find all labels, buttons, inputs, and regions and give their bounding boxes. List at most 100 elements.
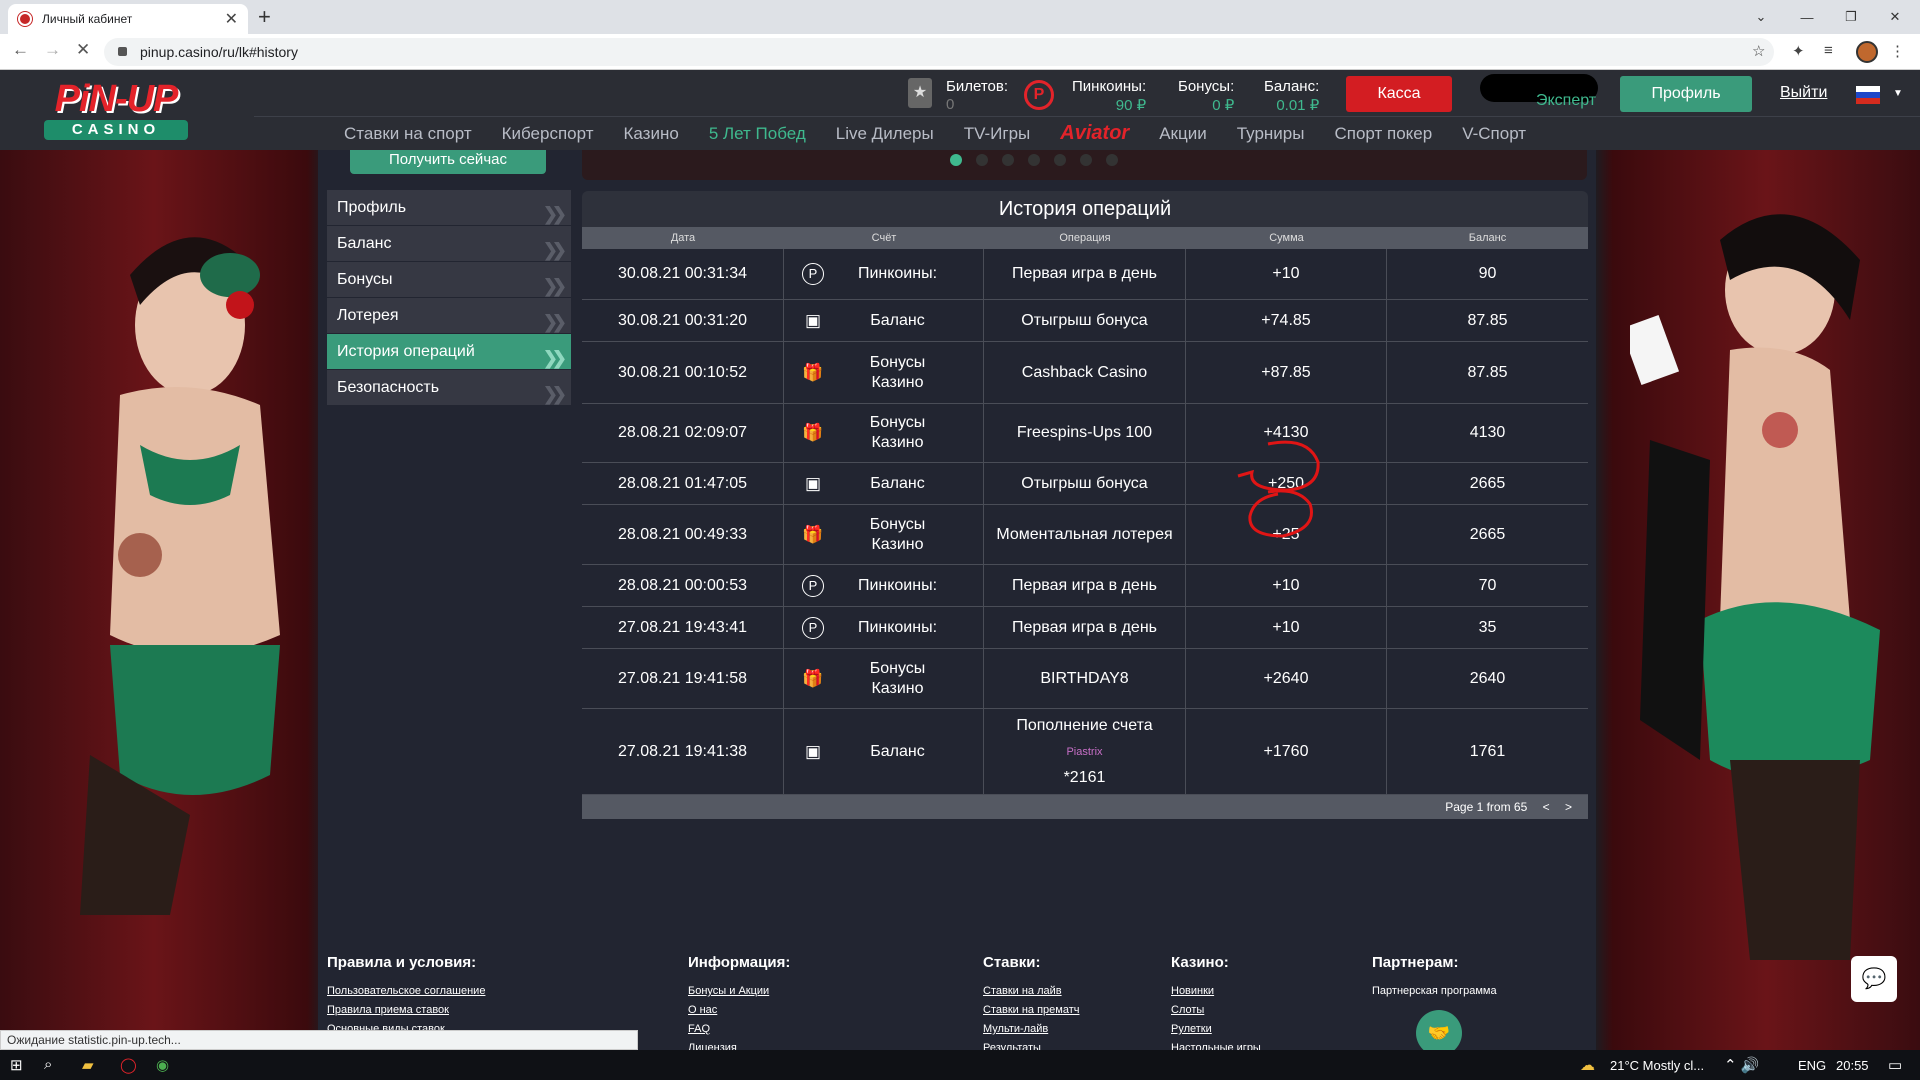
pincoin-icon: P (802, 574, 824, 597)
sidemenu-item-security[interactable]: Безопасность ❯❯ (327, 370, 571, 405)
footer-link[interactable]: Ставки на прематч (983, 1004, 1079, 1016)
chevron-down-icon[interactable]: ▼ (1893, 88, 1903, 99)
forward-icon[interactable]: → (44, 40, 61, 60)
maximize-icon[interactable]: ❐ (1828, 0, 1874, 34)
banner-dot[interactable] (950, 154, 962, 166)
tray-icons[interactable]: ⌃ 🔊 (1724, 1056, 1759, 1074)
banner-dot[interactable] (1106, 154, 1118, 166)
table-row: 30.08.21 00:31:34 P Пинкоины: Первая игра в… (582, 249, 1588, 300)
footer-link[interactable]: Правила приема ставок (327, 1004, 485, 1016)
nav-item-esport[interactable]: Киберспорт (502, 124, 594, 144)
next-page-button[interactable]: > (1565, 800, 1572, 814)
footer-link[interactable]: Рулетки (1171, 1023, 1261, 1035)
footer-bets: Ставки: Ставки на лайв Ставки на прематч… (983, 954, 1079, 1061)
nav-item-vsport[interactable]: V-Спорт (1462, 124, 1526, 144)
nav-item-tournaments[interactable]: Турниры (1237, 124, 1305, 144)
sidemenu-item-bonuses[interactable]: Бонусы ❯❯ (327, 262, 571, 297)
clock[interactable]: 20:55 (1836, 1058, 1869, 1073)
footer-link[interactable]: О нас (688, 1004, 790, 1016)
footer-link[interactable]: Бонусы и Акции (688, 985, 790, 997)
table-row: 27.08.21 19:43:41 P Пинкоины: Первая игра в… (582, 607, 1588, 649)
footer-link[interactable]: Слоты (1171, 1004, 1261, 1016)
loading-icon[interactable]: ✕ (76, 40, 90, 60)
bonuses-stat: Бонусы: 0 ₽ (1178, 78, 1234, 114)
banner-dot[interactable] (1054, 154, 1066, 166)
nav-item-tv[interactable]: TV-Игры (964, 124, 1031, 144)
notifications-icon[interactable]: ▭ (1888, 1056, 1902, 1074)
banner-dot[interactable] (1028, 154, 1040, 166)
col-operation: Операция (1059, 232, 1111, 244)
close-tab-icon[interactable]: ✕ (225, 9, 238, 29)
footer-link[interactable]: Мульти-лайв (983, 1023, 1079, 1035)
footer-partners: Партнерам: Партнерская программа (1372, 954, 1497, 1004)
pinup-logo[interactable]: PiN-UP CASINO (40, 78, 192, 142)
footer-heading: Партнерам: (1372, 954, 1459, 971)
language-indicator[interactable]: ENG (1798, 1058, 1826, 1073)
minimize-icon[interactable]: — (1784, 0, 1830, 34)
nav-item-live[interactable]: Live Дилеры (836, 124, 934, 144)
footer-link[interactable]: Новинки (1171, 985, 1261, 997)
banner-dot[interactable] (976, 154, 988, 166)
bookmark-star-icon[interactable]: ☆ (1752, 42, 1765, 60)
pincoins-stat: Пинкоины: 90 ₽ (1072, 78, 1146, 114)
back-icon[interactable]: ← (12, 40, 29, 60)
footer-link[interactable]: FAQ (688, 1023, 790, 1035)
profile-menu-icon[interactable]: ⌄ (1738, 0, 1784, 34)
cell-date: 30.08.21 00:31:20 (582, 300, 784, 341)
opera-icon[interactable]: ◯ (120, 1056, 137, 1074)
table-row: 27.08.21 19:41:38 ▣ Баланс Пополнение счета… (582, 709, 1588, 795)
chat-icon[interactable]: 💬 (1851, 956, 1897, 1002)
nav-item-sport[interactable]: Ставки на спорт (344, 124, 472, 144)
extensions-icon[interactable]: ✦ (1792, 42, 1805, 60)
col-sum: Сумма (1269, 232, 1304, 244)
nav-item-poker[interactable]: Спорт покер (1334, 124, 1432, 144)
cell-sum: +74.85 (1186, 300, 1387, 341)
cell-account: 🎁 Бонусы Казино (784, 404, 984, 462)
history-table: История операций Дата Счёт Операция Сумм… (582, 191, 1588, 819)
search-icon[interactable]: ⌕ (44, 1056, 52, 1073)
footer-link[interactable]: Ставки на лайв (983, 985, 1079, 997)
cell-date: 30.08.21 00:10:52 (582, 342, 784, 403)
banner-dot[interactable] (1002, 154, 1014, 166)
profile-button[interactable]: Профиль (1620, 76, 1752, 112)
browser-menu-icon[interactable]: ⋮ (1890, 42, 1905, 60)
sidemenu-item-lottery[interactable]: Лотерея ❯❯ (327, 298, 571, 333)
sidemenu-item-balance[interactable]: Баланс ❯❯ (327, 226, 571, 261)
account-label: Баланс (870, 742, 925, 760)
footer-terms: Правила и условия: Пользовательское согл… (327, 954, 485, 1042)
cell-balance: 2665 (1469, 525, 1506, 543)
sidemenu-item-history[interactable]: История операций ❯❯ (327, 334, 571, 369)
sidemenu-item-profile[interactable]: Профиль ❯❯ (327, 190, 571, 225)
table-row: 28.08.21 00:00:53 P Пинкоины: Первая игра в… (582, 565, 1588, 607)
cell-operation: Cashback Casino (984, 342, 1186, 403)
account-label: Бонусы Казино (869, 353, 926, 391)
operation-text: Пополнение счета (1016, 716, 1153, 734)
account-label: Пинкоины: (857, 618, 938, 636)
nav-item-promo[interactable]: Акции (1159, 124, 1207, 144)
nav-item-casino[interactable]: Казино (624, 124, 679, 144)
kassa-button[interactable]: Касса (1346, 76, 1452, 112)
footer-link[interactable]: Партнерская программа (1372, 985, 1497, 997)
prev-page-button[interactable]: < (1543, 800, 1550, 814)
close-window-icon[interactable]: ✕ (1872, 0, 1918, 34)
nav-item-aviator[interactable]: Aviator (1060, 122, 1129, 145)
banner-dot[interactable] (1080, 154, 1092, 166)
operation-text: Отыгрыш бонуса (1021, 474, 1148, 492)
windows-start-icon[interactable]: ⊞ (10, 1056, 23, 1074)
file-explorer-icon[interactable]: ▰ (82, 1056, 94, 1074)
browser-tab[interactable]: Личный кабинет ✕ (8, 4, 248, 34)
nav-item-5years[interactable]: 5 Лет Побед (709, 124, 806, 144)
browser-avatar[interactable] (1856, 41, 1878, 63)
media-icon[interactable]: ≡ (1824, 42, 1833, 59)
cell-operation: Первая игра в день (984, 249, 1186, 299)
logout-link[interactable]: Выйти (1780, 84, 1827, 102)
get-now-button[interactable]: Получить сейчас (350, 150, 546, 174)
footer-link[interactable]: Пользовательское соглашение (327, 985, 485, 997)
cell-account: ▣ Баланс (784, 463, 984, 504)
url-input[interactable]: pinup.casino/ru/lk#history (104, 38, 1774, 66)
language-flag-icon[interactable] (1856, 86, 1880, 104)
chrome-icon[interactable]: ◉ (156, 1056, 169, 1074)
pagination-text: Page 1 from 65 (1445, 800, 1528, 814)
new-tab-icon[interactable]: + (258, 4, 271, 30)
operation-text: Отыгрыш бонуса (1021, 311, 1148, 329)
